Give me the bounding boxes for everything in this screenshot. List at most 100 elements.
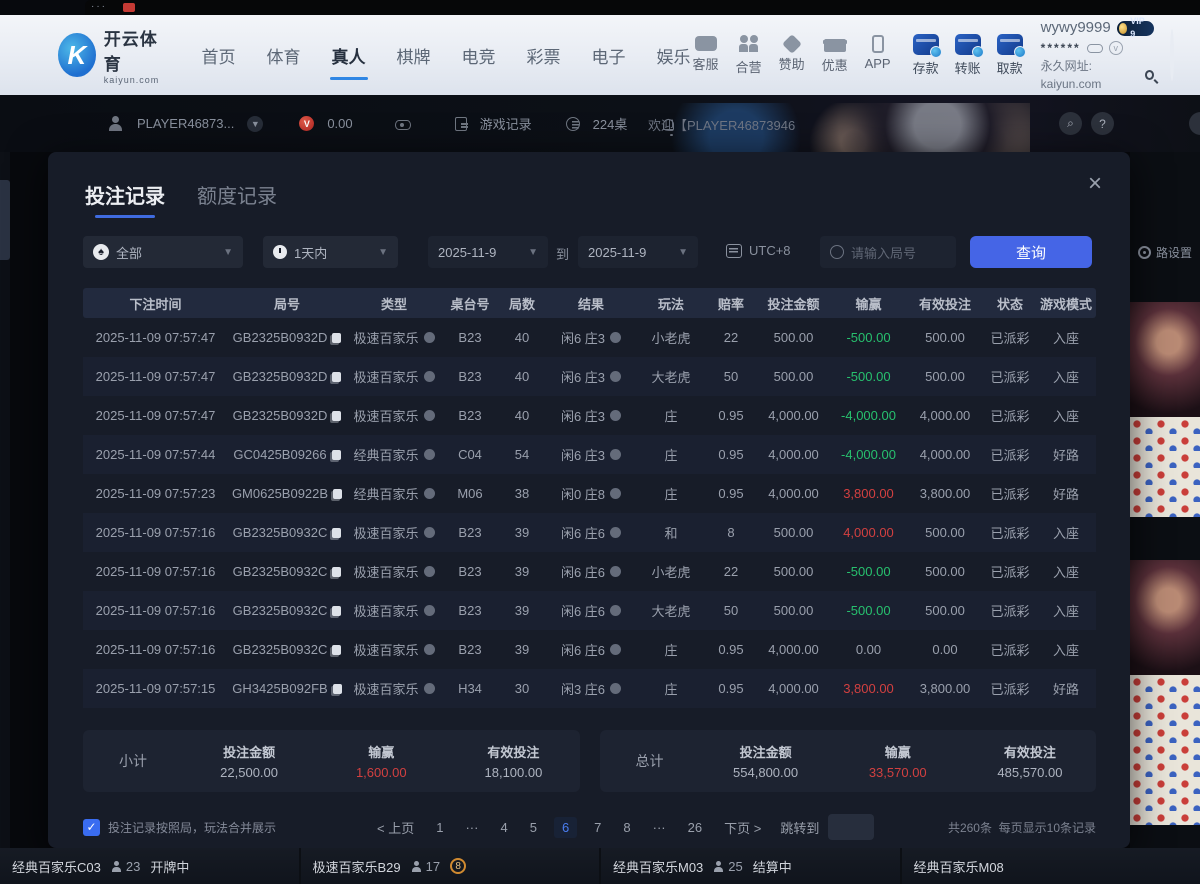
table-row[interactable]: 2025-11-09 07:57:47GB2325B0932D极速百家乐B234…	[83, 318, 1096, 357]
help-icon[interactable]: ?	[1091, 112, 1114, 135]
page-7[interactable]: 7	[589, 817, 606, 838]
nav-item-彩票[interactable]: 彩票	[525, 37, 563, 74]
copy-icon[interactable]	[332, 450, 341, 460]
info-icon[interactable]	[610, 410, 621, 421]
table-tile-经典百家乐C03[interactable]: 经典百家乐C0323开牌中	[0, 848, 299, 884]
nav-item-体育[interactable]: 体育	[265, 37, 303, 74]
info-icon[interactable]	[610, 605, 621, 616]
chevron-down-icon[interactable]: ▼	[247, 116, 263, 132]
info-icon[interactable]	[424, 488, 435, 499]
copy-icon[interactable]	[332, 606, 341, 616]
page-8[interactable]: 8	[618, 817, 635, 838]
info-icon[interactable]	[610, 371, 621, 382]
quicklink-合营[interactable]: 合营	[736, 34, 762, 76]
table-row[interactable]: 2025-11-09 07:57:16GB2325B0932C极速百家乐B233…	[83, 552, 1096, 591]
copy-icon[interactable]	[332, 567, 341, 577]
copy-icon[interactable]	[333, 489, 342, 499]
info-icon[interactable]	[610, 683, 621, 694]
info-icon[interactable]	[424, 605, 435, 616]
info-icon[interactable]	[610, 332, 621, 343]
copy-icon[interactable]	[332, 372, 341, 382]
copy-icon[interactable]	[333, 684, 342, 694]
table-tile-极速百家乐B29[interactable]: 极速百家乐B29178	[301, 848, 600, 884]
table-row[interactable]: 2025-11-09 07:57:23GM0625B0922B经典百家乐M063…	[83, 474, 1096, 513]
table-row[interactable]: 2025-11-09 07:57:47GB2325B0932D极速百家乐B234…	[83, 357, 1096, 396]
dealer-video-2[interactable]	[1130, 560, 1200, 675]
info-icon[interactable]	[424, 644, 435, 655]
refresh-icon[interactable]: v	[1109, 41, 1123, 55]
brand-logo[interactable]: K 开云体育 kaiyun.com	[58, 25, 166, 85]
quicklink-客服[interactable]: 客服	[693, 34, 719, 76]
deposit-button[interactable]: 存款	[913, 34, 939, 77]
page-26[interactable]: 26	[683, 817, 707, 838]
page-ellipsis[interactable]: ···	[460, 817, 483, 838]
merge-checkbox[interactable]: ✓	[83, 819, 100, 836]
info-icon[interactable]	[610, 644, 621, 655]
eye-off-icon[interactable]	[1087, 44, 1103, 53]
quicklink-赞助[interactable]: 赞助	[779, 34, 805, 76]
info-icon[interactable]	[424, 410, 435, 421]
table-row[interactable]: 2025-11-09 07:57:16GB2325B0932C极速百家乐B233…	[83, 630, 1096, 669]
nav-item-娱乐[interactable]: 娱乐	[655, 37, 693, 74]
info-icon[interactable]	[424, 566, 435, 577]
table-tile-经典百家乐M03[interactable]: 经典百家乐M0325结算中	[601, 848, 900, 884]
time-range-select[interactable]: 1天内 ▼	[263, 236, 398, 268]
nav-item-首页[interactable]: 首页	[200, 37, 238, 74]
search-icon[interactable]: ⌕	[1059, 112, 1082, 135]
copy-icon[interactable]	[332, 528, 341, 538]
table-row[interactable]: 2025-11-09 07:57:16GB2325B0932C极速百家乐B233…	[83, 591, 1096, 630]
magnifier-icon[interactable]	[1145, 70, 1154, 80]
table-row[interactable]: 2025-11-09 07:57:47GB2325B0932D极速百家乐B234…	[83, 396, 1096, 435]
tab-投注记录[interactable]: 投注记录	[85, 180, 165, 218]
info-icon[interactable]	[424, 527, 435, 538]
table-row[interactable]: 2025-11-09 07:57:44GC0425B09266经典百家乐C045…	[83, 435, 1096, 474]
roadmap-1[interactable]	[1130, 417, 1200, 517]
prev-page-button[interactable]: < 上页	[372, 815, 419, 840]
nav-item-电子[interactable]: 电子	[590, 37, 628, 74]
page-1[interactable]: 1	[431, 817, 448, 838]
roadmap-2[interactable]	[1130, 675, 1200, 825]
nav-item-棋牌[interactable]: 棋牌	[395, 37, 433, 74]
info-icon[interactable]	[424, 371, 435, 382]
date-from-select[interactable]: 2025-11-9 ▼	[428, 236, 548, 268]
close-icon[interactable]: ×	[1088, 172, 1102, 196]
service-icon[interactable]	[1189, 112, 1200, 135]
nav-item-电竞[interactable]: 电竞	[460, 37, 498, 74]
table-row[interactable]: 2025-11-09 07:57:16GB2325B0932C极速百家乐B233…	[83, 513, 1096, 552]
timezone-indicator[interactable]: UTC+8	[726, 243, 791, 258]
table-tile-经典百家乐M08[interactable]: 经典百家乐M08	[902, 848, 1200, 884]
info-icon[interactable]	[610, 566, 621, 577]
table-row[interactable]: 2025-11-09 07:57:15GH3425B092FB极速百家乐H343…	[83, 669, 1096, 708]
transfer-button[interactable]: 转账	[955, 34, 981, 77]
page-5[interactable]: 5	[525, 817, 542, 838]
nav-item-真人[interactable]: 真人	[330, 37, 368, 74]
info-icon[interactable]	[610, 449, 621, 460]
round-id-input[interactable]: 请输入局号	[820, 236, 956, 268]
quicklink-优惠[interactable]: 优惠	[822, 34, 848, 76]
game-record-link[interactable]: 游戏记录	[480, 114, 532, 133]
copy-icon[interactable]	[332, 411, 341, 421]
jump-page-input[interactable]	[828, 814, 874, 840]
dealer-video-1[interactable]	[1130, 302, 1200, 417]
page-6[interactable]: 6	[554, 817, 577, 838]
next-page-button[interactable]: 下页 >	[719, 815, 766, 840]
info-icon[interactable]	[424, 449, 435, 460]
tables-count[interactable]: 224桌	[593, 114, 628, 133]
date-to-select[interactable]: 2025-11-9 ▼	[578, 236, 698, 268]
info-icon[interactable]	[424, 332, 435, 343]
withdraw-button[interactable]: 取款	[997, 34, 1023, 77]
quicklink-APP[interactable]: APP	[865, 34, 891, 76]
tab-额度记录[interactable]: 额度记录	[197, 180, 277, 218]
avatar[interactable]	[1170, 29, 1174, 81]
info-icon[interactable]	[610, 527, 621, 538]
page-4[interactable]: 4	[495, 817, 512, 838]
eye-icon[interactable]	[395, 120, 411, 130]
game-type-select[interactable]: ♠ 全部 ▼	[83, 236, 243, 268]
query-button[interactable]: 查询	[970, 236, 1092, 268]
page-ellipsis[interactable]: ···	[648, 817, 671, 838]
copy-icon[interactable]	[332, 645, 341, 655]
player-id[interactable]: PLAYER46873...	[137, 116, 234, 131]
info-icon[interactable]	[610, 488, 621, 499]
info-icon[interactable]	[424, 683, 435, 694]
copy-icon[interactable]	[332, 333, 341, 343]
